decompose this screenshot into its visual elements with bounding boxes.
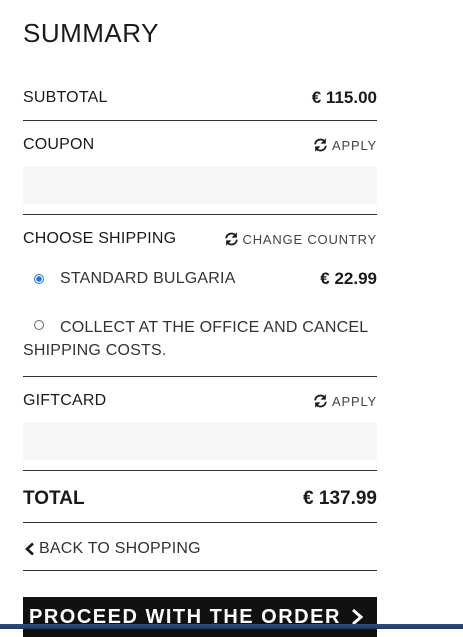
refresh-icon [314,138,327,152]
refresh-icon [314,394,327,408]
total-row: TOTAL € 137.99 [23,488,377,510]
bottom-bar [0,624,463,629]
subtotal-row: SUBTOTAL € 115.00 [23,88,377,108]
coupon-label: COUPON [23,136,95,153]
divider [23,570,377,571]
chevron-left-icon [25,542,34,556]
coupon-apply-button[interactable]: APPLY [312,137,377,153]
total-value: € 137.99 [303,488,377,509]
shipping-option-price: € 22.99 [320,269,377,288]
giftcard-row: GIFTCARD APPLY [23,392,377,410]
divider [23,376,377,377]
shipping-option-label: COLLECT AT THE OFFICE AND CANCEL SHIPPIN… [23,319,368,359]
divider [23,522,377,523]
giftcard-apply-label: APPLY [332,393,377,409]
divider [23,470,377,471]
back-to-shopping-label: BACK TO SHOPPING [39,540,201,557]
total-label: TOTAL [23,488,85,509]
coupon-row: COUPON APPLY [23,136,377,154]
giftcard-apply-button[interactable]: APPLY [312,393,377,409]
refresh-icon [224,232,238,246]
back-to-shopping-link[interactable]: BACK TO SHOPPING [23,540,201,558]
shipping-option-standard[interactable]: STANDARD BULGARIA € 22.99 [23,268,377,290]
change-country-label: CHANGE COUNTRY [242,231,377,247]
shipping-option-label: STANDARD BULGARIA [60,270,236,287]
giftcard-input[interactable] [23,422,377,460]
divider [23,214,377,215]
coupon-input[interactable] [23,166,377,204]
giftcard-label: GIFTCARD [23,392,107,409]
subtotal-label: SUBTOTAL [23,89,108,106]
shipping-row: CHOOSE SHIPPING CHANGE COUNTRY [23,230,377,248]
radio-button-selected[interactable] [34,274,44,284]
coupon-apply-label: APPLY [332,137,377,153]
proceed-with-order-button[interactable]: PROCEED WITH THE ORDER [23,597,377,637]
shipping-label: CHOOSE SHIPPING [23,230,177,247]
divider [23,120,377,121]
summary-title: SUMMARY [23,18,159,48]
shipping-option-collect[interactable]: COLLECT AT THE OFFICE AND CANCEL SHIPPIN… [23,314,377,360]
subtotal-value: € 115.00 [311,88,377,107]
change-country-button[interactable]: CHANGE COUNTRY [223,231,377,247]
